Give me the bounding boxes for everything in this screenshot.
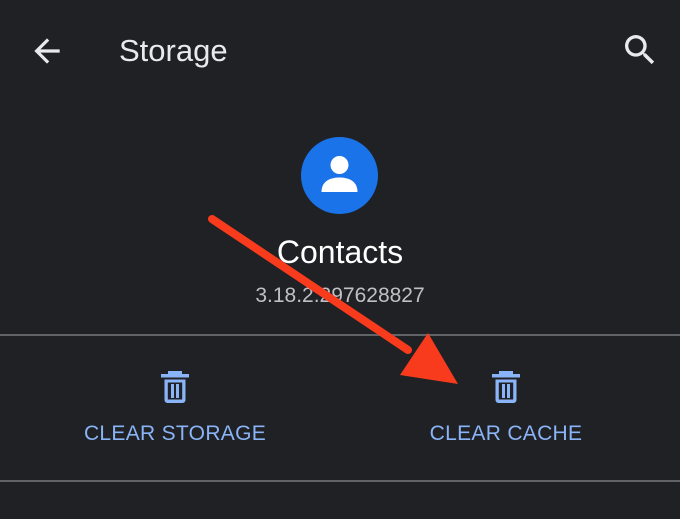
back-button[interactable]	[28, 32, 66, 70]
app-icon	[301, 137, 378, 214]
search-button[interactable]	[620, 30, 660, 70]
clear-cache-label: CLEAR CACHE	[429, 422, 583, 445]
app-name: Contacts	[276, 234, 404, 270]
top-app-bar: Storage	[0, 0, 680, 104]
divider-bottom	[0, 480, 680, 482]
clear-cache-button[interactable]: CLEAR CACHE	[390, 336, 622, 480]
app-version: 3.18.2.297628827	[255, 284, 425, 307]
search-icon	[625, 35, 655, 65]
app-header: Contacts 3.18.2.297628827	[0, 104, 680, 334]
trash-icon	[492, 371, 520, 403]
arrow-back-icon	[34, 38, 60, 64]
storage-actions: CLEAR STORAGE CLEAR CACHE	[0, 336, 680, 480]
person-icon	[321, 156, 358, 192]
page-title: Storage	[119, 33, 228, 68]
clear-storage-button[interactable]: CLEAR STORAGE	[60, 336, 290, 480]
trash-icon	[161, 371, 189, 403]
clear-storage-label: CLEAR STORAGE	[83, 422, 267, 445]
